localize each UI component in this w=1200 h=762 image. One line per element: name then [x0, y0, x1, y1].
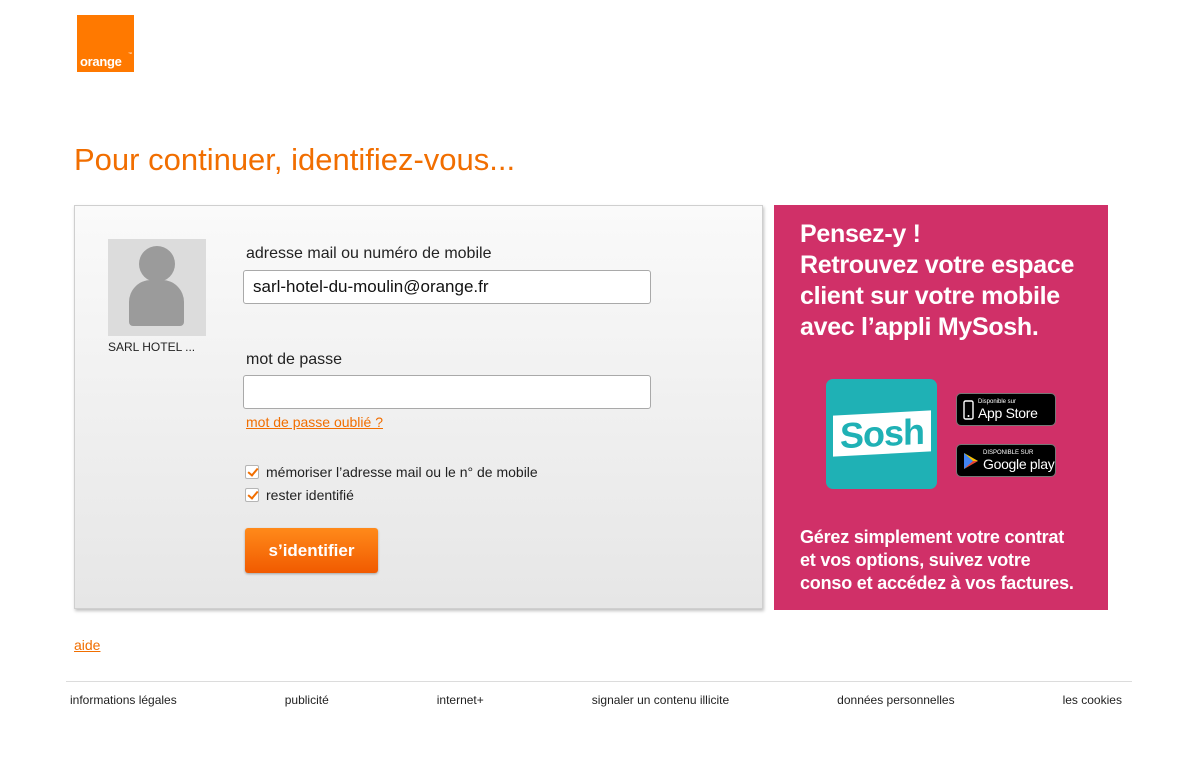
footer-link-internet-plus[interactable]: internet+ [437, 693, 484, 707]
page-title: Pour continuer, identifiez-vous... [74, 142, 516, 177]
login-panel: SARL HOTEL ... adresse mail ou numéro de… [74, 205, 763, 609]
promo-title-line: Retrouvez votre espace [800, 251, 1075, 279]
stay-logged-checkbox[interactable] [245, 488, 259, 502]
promo-description: Gérez simplement votre contrat et vos op… [800, 526, 1105, 595]
remember-checkbox[interactable] [245, 465, 259, 479]
google-play-badge[interactable]: DISPONIBLE SUR Google play [956, 444, 1056, 477]
help-link[interactable]: aide [74, 637, 100, 653]
orange-logo[interactable]: orange ™ [77, 15, 134, 72]
login-button[interactable]: s’identifier [245, 528, 378, 573]
sosh-app-icon: Sosh [826, 379, 937, 489]
promo-desc-line: et vos options, suivez votre [800, 550, 1031, 570]
avatar-head-shape [139, 246, 175, 282]
footer-links: informations légales publicité internet+… [70, 693, 1122, 707]
remember-row[interactable]: mémoriser l’adresse mail ou le n° de mob… [245, 464, 538, 480]
stay-logged-label: rester identifié [266, 487, 354, 503]
footer-divider [66, 681, 1132, 682]
logo-trademark: ™ [128, 51, 132, 56]
email-field[interactable] [243, 270, 651, 304]
promo-desc-line: Gérez simplement votre contrat [800, 527, 1065, 547]
app-store-badge[interactable]: Disponible sur App Store [956, 393, 1056, 426]
promo-title-line: avec l’appli MySosh. [800, 313, 1039, 341]
app-store-label: App Store [978, 405, 1038, 421]
account-name: SARL HOTEL ... [108, 340, 196, 354]
logo-text: orange [80, 54, 122, 69]
promo-title-line: Pensez-y ! [800, 220, 921, 248]
stay-logged-row[interactable]: rester identifié [245, 487, 354, 503]
footer-link-personal-data[interactable]: données personnelles [837, 693, 954, 707]
sosh-app-name: Sosh [839, 410, 924, 456]
google-play-label: Google play [983, 456, 1055, 472]
avatar-body-shape [129, 280, 184, 326]
forgot-password-link[interactable]: mot de passe oublié ? [246, 414, 383, 430]
email-label: adresse mail ou numéro de mobile [246, 245, 492, 262]
promo-title-line: client sur votre mobile [800, 282, 1060, 310]
promo-desc-line: conso et accédez à vos factures. [800, 573, 1074, 593]
mysosh-promo-banner[interactable]: Pensez-y ! Retrouvez votre espace client… [774, 205, 1108, 610]
footer-link-report-content[interactable]: signaler un contenu illicite [592, 693, 729, 707]
remember-label: mémoriser l’adresse mail ou le n° de mob… [266, 464, 538, 480]
footer-link-cookies[interactable]: les cookies [1063, 693, 1122, 707]
phone-icon [963, 399, 974, 420]
promo-title: Pensez-y ! Retrouvez votre espace client… [800, 219, 1100, 343]
password-field[interactable] [243, 375, 651, 409]
footer-link-legal[interactable]: informations légales [70, 693, 177, 707]
google-play-icon [964, 452, 978, 469]
footer-link-advertising[interactable]: publicité [285, 693, 329, 707]
avatar[interactable] [108, 239, 206, 336]
password-label: mot de passe [246, 351, 343, 368]
